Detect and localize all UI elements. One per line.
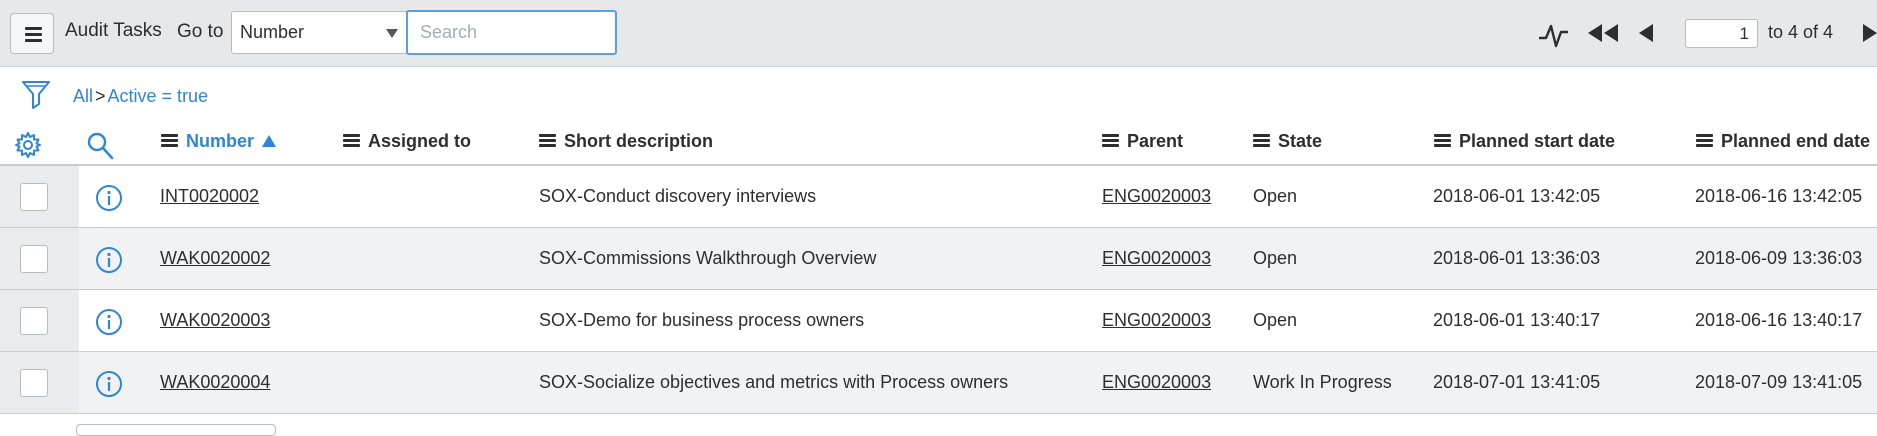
- row-planned-end: 2018-07-09 13:41:05: [1695, 372, 1863, 392]
- list-title: Audit Tasks: [65, 20, 162, 41]
- row-planned-start: 2018-06-01 13:36:03: [1433, 248, 1601, 268]
- gear-icon[interactable]: [14, 131, 42, 159]
- info-icon[interactable]: [95, 246, 123, 274]
- row-parent-link[interactable]: ENG0020003: [1102, 372, 1211, 393]
- list-menu-button[interactable]: [10, 13, 54, 54]
- activity-stream-icon[interactable]: [1537, 18, 1571, 50]
- row-state: Open: [1253, 186, 1298, 206]
- row-planned-end: 2018-06-16 13:40:17: [1695, 310, 1863, 330]
- row-short-description: SOX-Conduct discovery interviews: [539, 186, 817, 206]
- info-icon[interactable]: [95, 184, 123, 212]
- row-number-link[interactable]: WAK0020004: [160, 372, 270, 393]
- column-menu-icon[interactable]: [539, 134, 556, 148]
- row-parent-link[interactable]: ENG0020003: [1102, 310, 1211, 331]
- row-state: Open: [1253, 310, 1298, 330]
- row-short-description: SOX-Socialize objectives and metrics wit…: [539, 372, 1009, 392]
- column-menu-icon[interactable]: [1434, 134, 1451, 148]
- row-short-description: SOX-Commissions Walkthrough Overview: [539, 248, 877, 268]
- row-number-link[interactable]: WAK0020002: [160, 248, 270, 269]
- breadcrumb-filter-active[interactable]: Active = true: [108, 86, 209, 106]
- column-menu-icon[interactable]: [1253, 134, 1270, 148]
- column-header-planned-start-date[interactable]: Planned start date: [1434, 131, 1615, 152]
- previous-page-icon[interactable]: [1637, 22, 1655, 44]
- goto-label: Go to: [177, 21, 224, 42]
- info-icon[interactable]: [95, 370, 123, 398]
- column-menu-icon[interactable]: [1696, 134, 1713, 148]
- row-parent-link[interactable]: ENG0020003: [1102, 248, 1211, 269]
- sort-ascending-icon: [262, 135, 277, 147]
- list-actions-select[interactable]: [76, 424, 276, 436]
- page-number-input[interactable]: [1685, 19, 1758, 48]
- search-input[interactable]: [406, 10, 617, 55]
- row-number-link[interactable]: WAK0020003: [160, 310, 270, 331]
- column-menu-icon[interactable]: [161, 134, 178, 148]
- row-planned-start: 2018-06-01 13:40:17: [1433, 310, 1601, 330]
- breadcrumb-all[interactable]: All: [73, 86, 93, 106]
- row-checkbox[interactable]: [20, 307, 48, 335]
- column-header-parent[interactable]: Parent: [1102, 131, 1183, 152]
- breadcrumb-separator: >: [95, 86, 106, 106]
- row-number-link[interactable]: INT0020002: [160, 186, 259, 207]
- row-planned-start: 2018-07-01 13:41:05: [1433, 372, 1601, 392]
- row-planned-end: 2018-06-09 13:36:03: [1695, 248, 1863, 268]
- table-row: WAK0020002 SOX-Commissions Walkthrough O…: [0, 228, 1877, 290]
- column-menu-icon[interactable]: [343, 134, 360, 148]
- row-state: Open: [1253, 248, 1298, 268]
- row-checkbox[interactable]: [20, 245, 48, 273]
- goto-field-select[interactable]: Number: [231, 11, 407, 54]
- column-header-planned-end-date[interactable]: Planned end date: [1696, 131, 1870, 152]
- row-planned-end: 2018-06-16 13:42:05: [1695, 186, 1863, 206]
- column-header-number[interactable]: Number: [161, 131, 277, 152]
- column-header-state[interactable]: State: [1253, 131, 1322, 152]
- hamburger-menu-icon: [25, 27, 42, 30]
- row-parent-link[interactable]: ENG0020003: [1102, 186, 1211, 207]
- table-row: INT0020002 SOX-Conduct discovery intervi…: [0, 166, 1877, 228]
- record-range-text: to 4 of 4: [1768, 22, 1834, 42]
- next-page-icon[interactable]: [1862, 22, 1877, 44]
- dropdown-caret-icon: [386, 29, 398, 38]
- row-checkbox[interactable]: [20, 183, 48, 211]
- list-header-bar: Audit Tasks Go to Number to 4 of 4: [0, 0, 1877, 67]
- breadcrumb: All > Active = true: [73, 86, 208, 107]
- row-state: Work In Progress: [1253, 372, 1392, 392]
- search-icon[interactable]: [86, 131, 114, 161]
- column-header-assigned-to[interactable]: Assigned to: [343, 131, 471, 152]
- row-short-description: SOX-Demo for business process owners: [539, 310, 865, 330]
- info-icon[interactable]: [95, 308, 123, 336]
- table-row: WAK0020003 SOX-Demo for business process…: [0, 290, 1877, 352]
- column-menu-icon[interactable]: [1102, 134, 1119, 148]
- filter-funnel-icon[interactable]: [21, 78, 51, 110]
- table-row: WAK0020004 SOX-Socialize objectives and …: [0, 352, 1877, 414]
- first-page-icon[interactable]: [1585, 22, 1621, 44]
- column-header-short-description[interactable]: Short description: [539, 131, 713, 152]
- row-planned-start: 2018-06-01 13:42:05: [1433, 186, 1601, 206]
- goto-selected-value: Number: [240, 22, 305, 42]
- row-checkbox[interactable]: [20, 369, 48, 397]
